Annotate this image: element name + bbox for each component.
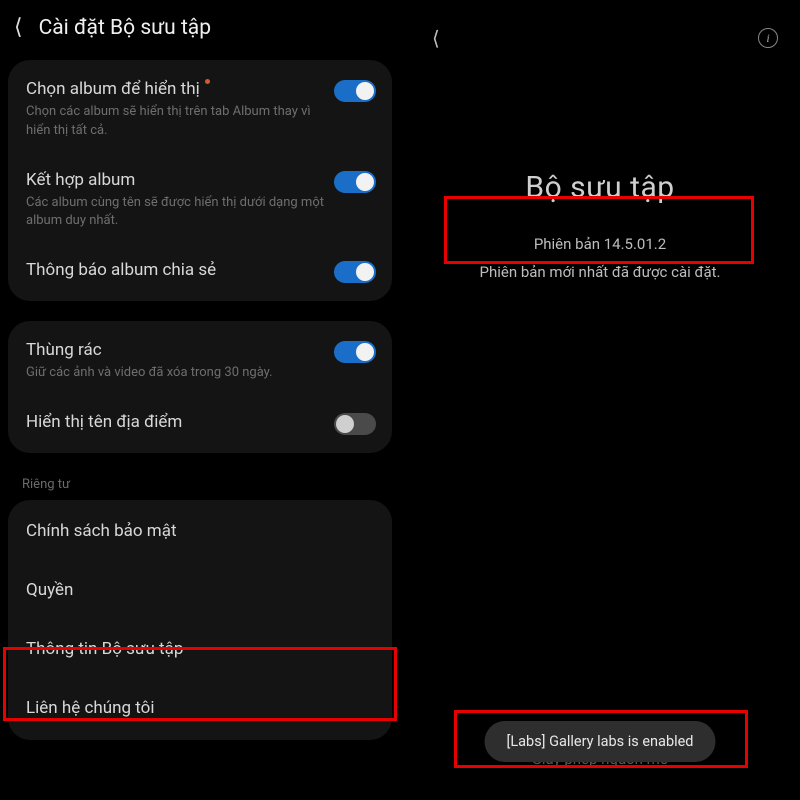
row-title: Liên hệ chúng tôi xyxy=(26,697,155,720)
back-icon[interactable]: ⟨ xyxy=(432,26,440,50)
row-subtitle: Giữ các ảnh và video đã xóa trong 30 ngà… xyxy=(26,364,324,383)
row-permissions[interactable]: Quyền xyxy=(8,561,392,620)
privacy-label: Riêng tư xyxy=(0,473,400,500)
row-location[interactable]: Hiển thị tên địa điểm xyxy=(8,397,392,449)
row-text: Kết hợp album Các album cùng tên sẽ được… xyxy=(26,169,324,232)
row-title: Chính sách bảo mật xyxy=(26,520,177,543)
storage-group: Thùng rác Giữ các ảnh và video đã xóa tr… xyxy=(8,321,392,453)
row-contact-us[interactable]: Liên hệ chúng tôi xyxy=(8,679,392,738)
toggle-share-notif[interactable] xyxy=(334,261,376,283)
row-title: Chọn album để hiển thị xyxy=(26,78,200,101)
row-text: Thông báo album chia sẻ xyxy=(26,259,324,282)
version-block: Phiên bản 14.5.01.2 Phiên bản mới nhất đ… xyxy=(450,227,750,289)
row-subtitle: Chọn các album sẽ hiển thị trên tab Albu… xyxy=(26,103,324,141)
row-select-album[interactable]: Chọn album để hiển thị Chọn các album sẽ… xyxy=(8,64,392,155)
row-text: Thùng rác Giữ các ảnh và video đã xóa tr… xyxy=(26,339,324,383)
privacy-group: Chính sách bảo mật Quyền Thông tin Bộ sư… xyxy=(8,500,392,740)
settings-pane: ⟨ Cài đặt Bộ sưu tập Chọn album để hiển … xyxy=(0,0,400,800)
row-about-gallery[interactable]: Thông tin Bộ sưu tập xyxy=(8,620,392,679)
row-subtitle: Các album cùng tên sẽ được hiển thị dưới… xyxy=(26,194,324,232)
back-icon[interactable]: ⟨ xyxy=(14,17,23,39)
row-merge-album[interactable]: Kết hợp album Các album cùng tên sẽ được… xyxy=(8,155,392,246)
info-icon[interactable]: i xyxy=(758,28,778,48)
row-title: Thùng rác xyxy=(26,339,102,362)
albums-group: Chọn album để hiển thị Chọn các album sẽ… xyxy=(8,60,392,301)
latest-text: Phiên bản mới nhất đã được cài đặt. xyxy=(450,263,750,281)
toggle-select-album[interactable] xyxy=(334,80,376,102)
toggle-location[interactable] xyxy=(334,413,376,435)
row-text: Hiển thị tên địa điểm xyxy=(26,411,324,434)
toggle-merge-album[interactable] xyxy=(334,171,376,193)
row-trash[interactable]: Thùng rác Giữ các ảnh và video đã xóa tr… xyxy=(8,325,392,397)
row-share-notif[interactable]: Thông báo album chia sẻ xyxy=(8,245,392,297)
row-title: Thông tin Bộ sưu tập xyxy=(26,638,183,661)
row-title: Quyền xyxy=(26,579,73,602)
toggle-trash[interactable] xyxy=(334,341,376,363)
page-title: Cài đặt Bộ sưu tập xyxy=(39,16,211,40)
row-privacy-policy[interactable]: Chính sách bảo mật xyxy=(8,502,392,561)
row-title: Kết hợp album xyxy=(26,169,135,192)
left-header: ⟨ Cài đặt Bộ sưu tập xyxy=(0,0,400,52)
about-pane: ⟨ i Bộ sưu tập Phiên bản 14.5.01.2 Phiên… xyxy=(400,0,800,800)
labs-toast: [Labs] Gallery labs is enabled xyxy=(485,721,716,762)
about-center: Bộ sưu tập Phiên bản 14.5.01.2 Phiên bản… xyxy=(400,58,800,289)
app-name: Bộ sưu tập xyxy=(416,170,784,205)
row-title: Thông báo album chia sẻ xyxy=(26,259,216,282)
row-title: Hiển thị tên địa điểm xyxy=(26,411,182,434)
version-text: Phiên bản 14.5.01.2 xyxy=(450,235,750,253)
row-text: Chọn album để hiển thị Chọn các album sẽ… xyxy=(26,78,324,141)
right-header: ⟨ i xyxy=(400,0,800,58)
